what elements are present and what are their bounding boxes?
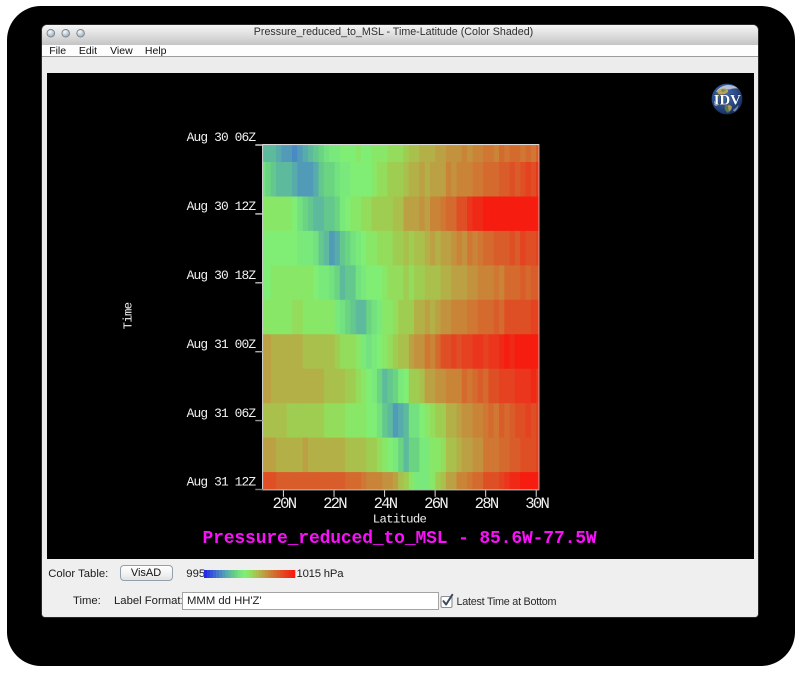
svg-text:Aug 31 00Z: Aug 31 00Z <box>187 337 257 352</box>
svg-text:Aug 31 12Z: Aug 31 12Z <box>187 475 257 490</box>
svg-text:30N: 30N <box>525 495 549 513</box>
svg-text:Aug 30 12Z: Aug 30 12Z <box>187 199 257 214</box>
svg-text:IDV: IDV <box>714 92 741 108</box>
svg-text:20N: 20N <box>272 495 296 513</box>
svg-text:24N: 24N <box>374 495 398 513</box>
svg-text:Latitude: Latitude <box>373 513 427 527</box>
svg-text:Aug 30 18Z: Aug 30 18Z <box>187 268 257 283</box>
svg-text:Aug 31 06Z: Aug 31 06Z <box>187 406 257 421</box>
svg-text:26N: 26N <box>424 495 448 513</box>
svg-text:22N: 22N <box>323 495 347 513</box>
svg-text:Pressure_reduced_to_MSL - 85.6: Pressure_reduced_to_MSL - 85.6W-77.5W <box>202 529 596 549</box>
svg-text:Aug 30 06Z: Aug 30 06Z <box>187 130 257 145</box>
svg-text:28N: 28N <box>475 495 499 513</box>
svg-text:Time: Time <box>122 302 136 329</box>
